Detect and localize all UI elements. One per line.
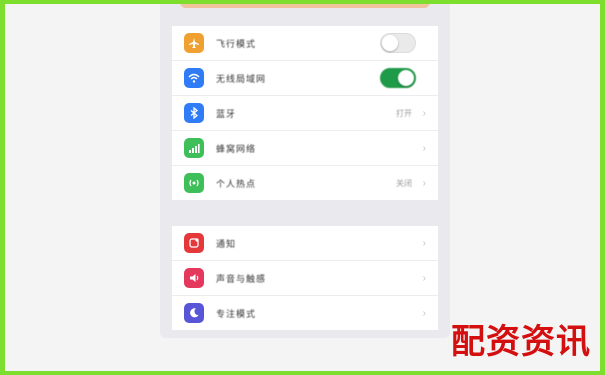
wifi-toggle[interactable] xyxy=(380,68,416,88)
chevron-right-icon: › xyxy=(422,142,426,154)
setting-label: 个人热点 xyxy=(216,178,257,189)
setting-bluetooth[interactable]: 蓝牙 打开 › xyxy=(172,96,438,131)
wifi-icon xyxy=(184,68,204,88)
setting-label: 专注模式 xyxy=(216,308,257,319)
chevron-right-icon: › xyxy=(422,272,426,284)
top-banner xyxy=(180,4,430,8)
settings-group-notifications: 通知 › 声音与触感 › 专注模式 › xyxy=(172,226,438,330)
setting-personal-hotspot[interactable]: 个人热点 关闭 › xyxy=(172,166,438,200)
screenshot-frame: 飞行模式 无线局域网 蓝牙 打开 › 蜂窝网络 › 个人热点 关闭 › 通知 ›… xyxy=(5,4,600,371)
airplane-icon xyxy=(184,33,204,53)
moon-icon xyxy=(184,303,204,323)
setting-label: 无线局域网 xyxy=(216,73,267,84)
chevron-right-icon: › xyxy=(422,307,426,319)
notification-icon xyxy=(184,233,204,253)
chevron-right-icon: › xyxy=(422,107,426,119)
settings-group-connectivity: 飞行模式 无线局域网 蓝牙 打开 › 蜂窝网络 › 个人热点 关闭 › xyxy=(172,26,438,200)
setting-notifications[interactable]: 通知 › xyxy=(172,226,438,261)
setting-cellular[interactable]: 蜂窝网络 › xyxy=(172,131,438,166)
bluetooth-status-value: 打开 xyxy=(396,108,412,118)
watermark-text: 配资资讯 xyxy=(451,322,591,362)
setting-sounds-haptics[interactable]: 声音与触感 › xyxy=(172,261,438,296)
hotspot-status-value: 关闭 xyxy=(396,178,412,188)
chevron-right-icon: › xyxy=(422,177,426,189)
airplane-mode-toggle[interactable] xyxy=(380,33,416,53)
setting-label: 声音与触感 xyxy=(216,273,267,284)
setting-wifi[interactable]: 无线局域网 xyxy=(172,61,438,96)
setting-airplane-mode[interactable]: 飞行模式 xyxy=(172,26,438,61)
bluetooth-icon xyxy=(184,103,204,123)
settings-screen: 飞行模式 无线局域网 蓝牙 打开 › 蜂窝网络 › 个人热点 关闭 › 通知 ›… xyxy=(160,4,450,338)
setting-label: 通知 xyxy=(216,238,237,249)
setting-label: 蜂窝网络 xyxy=(216,143,257,154)
setting-label: 飞行模式 xyxy=(216,38,257,49)
sound-icon xyxy=(184,268,204,288)
chevron-right-icon: › xyxy=(422,237,426,249)
setting-label: 蓝牙 xyxy=(216,108,237,119)
cellular-icon xyxy=(184,138,204,158)
hotspot-icon xyxy=(184,173,204,193)
setting-focus[interactable]: 专注模式 › xyxy=(172,296,438,330)
